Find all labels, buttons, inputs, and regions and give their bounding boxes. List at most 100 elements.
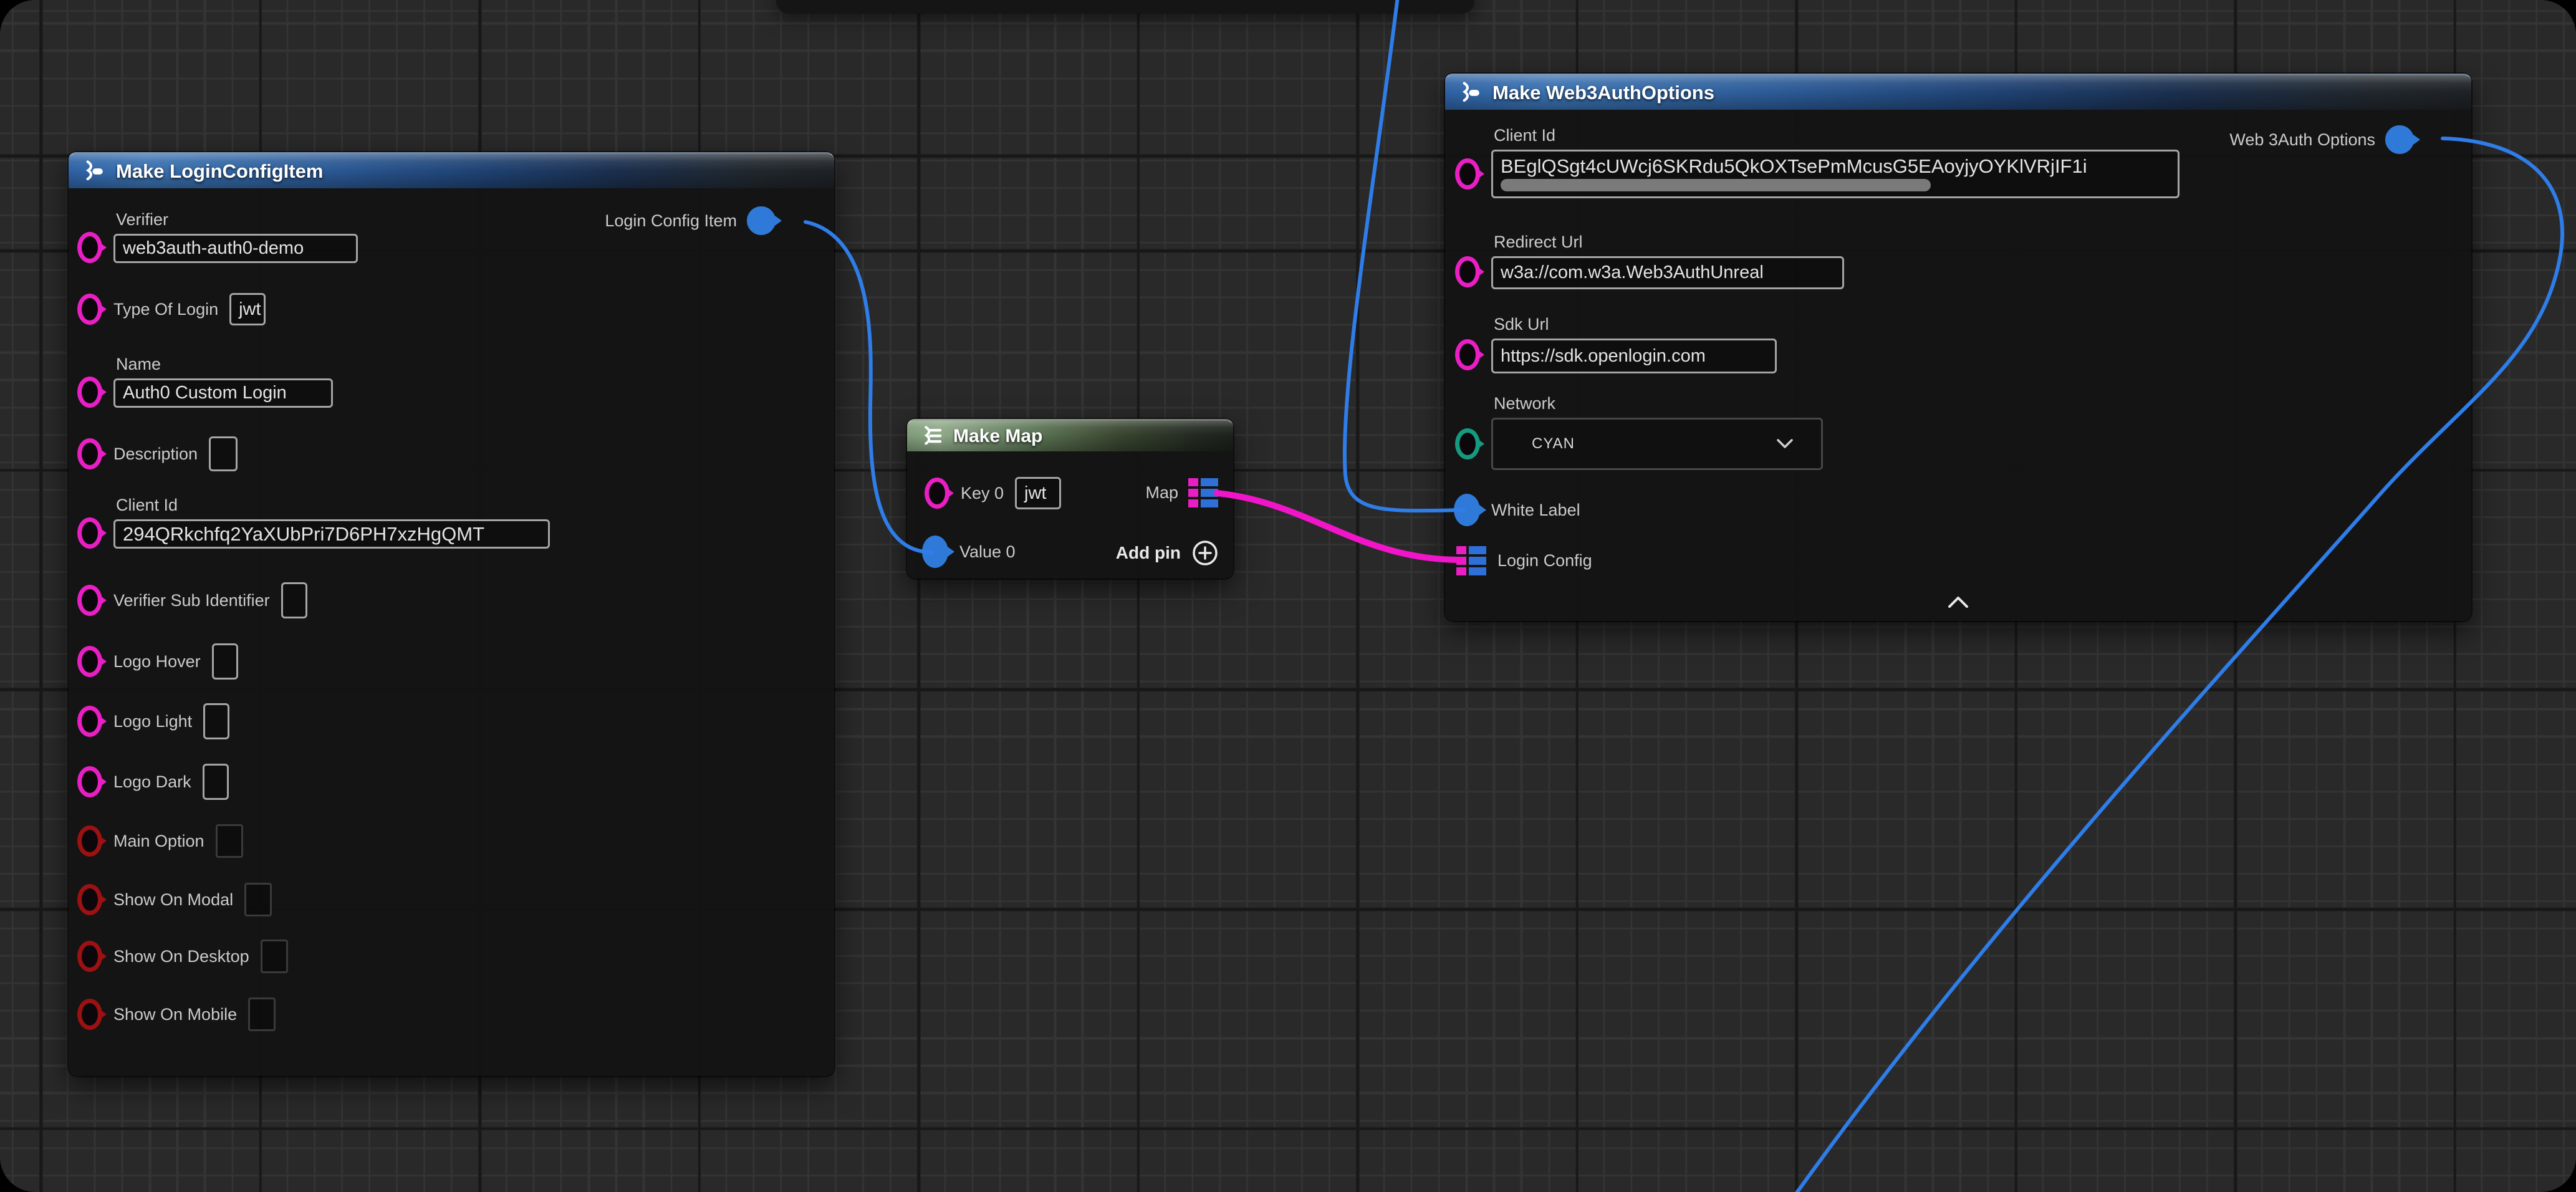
logo-hover-input[interactable]	[212, 643, 238, 680]
pin-value-0[interactable]	[922, 536, 948, 568]
node-header-make-map[interactable]: Make Map	[907, 419, 1233, 451]
pin-row-logo-dark: Logo Dark	[77, 765, 229, 799]
pin-row-description: Description	[77, 437, 238, 471]
pin-row-sdk-url: Sdk Url https://sdk.openlogin.com	[1455, 315, 1777, 373]
pin-row-main-option: Main Option	[77, 824, 243, 858]
pin-logo-dark[interactable]	[77, 766, 102, 797]
output-label: Web 3Auth Options	[2229, 130, 2375, 150]
pin-label: Logo Hover	[113, 652, 201, 671]
pin-label: Main Option	[113, 832, 204, 851]
pin-label: Logo Light	[113, 712, 192, 731]
pin-label: Key 0	[961, 484, 1004, 503]
client-id-input[interactable]: BEglQSgt4cUWcj6SKRdu5QkOXTsePmMcusG5EAoy…	[1491, 150, 2180, 198]
wire-map-to-login-config	[1217, 493, 1460, 560]
add-pin-label: Add pin	[1116, 543, 1181, 563]
pin-description[interactable]	[77, 438, 102, 469]
pin-type-of-login[interactable]	[77, 294, 102, 325]
pin-login-config-item-output[interactable]	[747, 206, 776, 235]
chevron-down-icon	[1776, 438, 1794, 449]
pin-client-id[interactable]	[77, 517, 102, 549]
output-label: Login Config Item	[605, 211, 737, 231]
verifier-sub-identifier-input[interactable]	[281, 582, 307, 618]
pin-label: Name	[116, 355, 333, 374]
collapse-node-chevron-icon[interactable]	[1948, 596, 1969, 608]
pin-row-name: Name Auth0 Custom Login	[77, 355, 333, 408]
pin-label: Description	[113, 445, 198, 464]
blueprint-graph-canvas[interactable]: Make LoginConfigItem Verifier web3auth-a…	[0, 0, 2576, 1192]
pin-white-label[interactable]	[1454, 494, 1480, 526]
logo-dark-input[interactable]	[203, 764, 229, 800]
pin-client-id[interactable]	[1455, 158, 1480, 190]
sdk-url-input[interactable]: https://sdk.openlogin.com	[1491, 339, 1777, 373]
redirect-url-input[interactable]: w3a://com.w3a.Web3AuthUnreal	[1491, 256, 1844, 289]
main-option-checkbox[interactable]	[216, 824, 243, 858]
add-pin-row: Add pin	[1116, 539, 1219, 567]
add-pin-button[interactable]	[1191, 539, 1219, 567]
node-make-web3authoptions[interactable]: Make Web3AuthOptions Client Id BEglQSgt4…	[1445, 74, 2471, 621]
pin-show-on-modal[interactable]	[77, 884, 102, 915]
node-title: Make Map	[953, 426, 1042, 447]
pin-label: Redirect Url	[1494, 233, 1844, 252]
pin-verifier-sub-identifier[interactable]	[77, 585, 102, 616]
node-make-loginconfigitem[interactable]: Make LoginConfigItem Verifier web3auth-a…	[69, 152, 834, 1076]
pin-name[interactable]	[77, 377, 102, 408]
pin-row-key-0: Key 0 jwt	[925, 476, 1061, 510]
pin-row-logo-light: Logo Light	[77, 704, 229, 738]
client-id-text: BEglQSgt4cUWcj6SKRdu5QkOXTsePmMcusG5EAoy…	[1501, 155, 2087, 178]
pin-label: White Label	[1491, 501, 1580, 520]
name-input[interactable]: Auth0 Custom Login	[113, 378, 333, 408]
pin-map-output[interactable]	[1188, 478, 1218, 507]
output-row-login-config-item: Login Config Item	[605, 206, 776, 235]
pin-row-client-id: Client Id BEglQSgt4cUWcj6SKRdu5QkOXTsePm…	[1455, 126, 2180, 198]
pin-row-value-0: Value 0	[922, 535, 1016, 569]
make-struct-icon	[1459, 81, 1483, 105]
show-on-desktop-checkbox[interactable]	[261, 940, 288, 973]
description-input[interactable]	[209, 436, 238, 471]
pin-label: Client Id	[116, 496, 550, 515]
pin-web3auth-options-output[interactable]	[2385, 125, 2414, 154]
pin-row-verifier: Verifier web3auth-auth0-demo	[77, 210, 358, 263]
show-on-mobile-checkbox[interactable]	[248, 997, 276, 1031]
pin-row-show-on-desktop: Show On Desktop	[77, 940, 288, 973]
verifier-input[interactable]: web3auth-auth0-demo	[113, 234, 358, 263]
pin-row-type-of-login: Type Of Login jwt	[77, 292, 266, 326]
node-header-make-web3authoptions[interactable]: Make Web3AuthOptions	[1445, 74, 2471, 110]
output-label: Map	[1145, 483, 1178, 502]
node-header-make-loginconfigitem[interactable]: Make LoginConfigItem	[69, 152, 834, 188]
network-selected-value: CYAN	[1532, 435, 1575, 453]
pin-network[interactable]	[1455, 428, 1480, 459]
pin-row-verifier-sub-identifier: Verifier Sub Identifier	[77, 584, 307, 617]
pin-label: Login Config	[1497, 551, 1592, 570]
logo-light-input[interactable]	[203, 703, 229, 739]
pin-key-0[interactable]	[925, 478, 949, 509]
pin-logo-hover[interactable]	[77, 646, 102, 677]
pin-sdk-url[interactable]	[1455, 339, 1480, 370]
client-id-input[interactable]: 294QRkchfq2YaXUbPri7D6PH7xzHgQMT	[113, 519, 550, 549]
pin-show-on-desktop[interactable]	[77, 941, 102, 972]
pin-row-white-label: White Label	[1454, 493, 1580, 527]
pin-row-show-on-modal: Show On Modal	[77, 883, 272, 916]
pin-label: Type Of Login	[113, 300, 218, 319]
client-id-scrollbar[interactable]	[1501, 179, 1931, 191]
type-of-login-input[interactable]: jwt	[229, 293, 266, 325]
pin-label: Client Id	[1494, 126, 2180, 145]
pin-show-on-mobile[interactable]	[77, 999, 102, 1030]
pin-verifier[interactable]	[77, 232, 102, 263]
offscreen-node-shadow	[776, 0, 1474, 14]
node-make-map[interactable]: Make Map Key 0 jwt Value 0 Map Add pin	[907, 419, 1233, 579]
pin-login-config[interactable]	[1456, 546, 1486, 575]
pin-row-client-id: Client Id 294QRkchfq2YaXUbPri7D6PH7xzHgQ…	[77, 496, 550, 549]
pin-logo-light[interactable]	[77, 706, 102, 737]
key-0-input[interactable]: jwt	[1015, 477, 1061, 509]
network-dropdown[interactable]: CYAN	[1491, 418, 1823, 470]
output-row-web3auth-options: Web 3Auth Options	[2229, 125, 2414, 154]
pin-label: Show On Mobile	[113, 1005, 237, 1024]
make-map-icon	[921, 425, 943, 448]
pin-redirect-url[interactable]	[1455, 256, 1480, 287]
pin-label: Show On Modal	[113, 890, 233, 910]
show-on-modal-checkbox[interactable]	[244, 883, 272, 916]
pin-row-logo-hover: Logo Hover	[77, 645, 238, 678]
pin-label: Show On Desktop	[113, 947, 249, 966]
pin-main-option[interactable]	[77, 825, 102, 857]
node-title: Make Web3AuthOptions	[1492, 82, 1714, 104]
